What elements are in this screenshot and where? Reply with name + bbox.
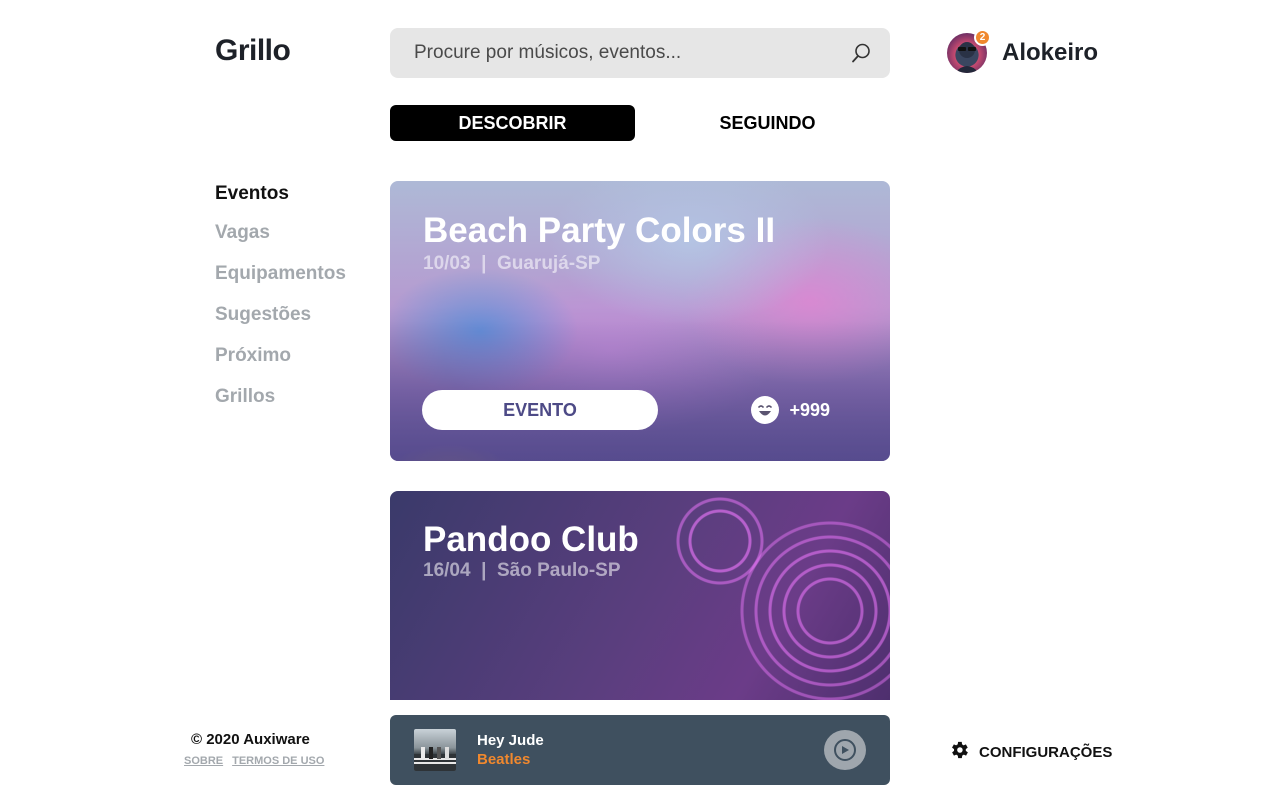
footer-link-sobre[interactable]: SOBRE — [184, 755, 223, 767]
search-bar[interactable] — [390, 28, 890, 78]
settings-button[interactable]: CONFIGURAÇÕES — [948, 739, 1112, 766]
music-player: Hey Jude Beatles — [390, 715, 890, 785]
footer-link-termos[interactable]: TERMOS DE USO — [232, 755, 324, 767]
sidebar-item-vagas[interactable]: Vagas — [215, 221, 346, 262]
play-button[interactable] — [824, 730, 866, 770]
avatar[interactable]: 2 — [947, 29, 991, 73]
username[interactable]: Alokeiro — [1002, 39, 1098, 67]
event-card-content: Pandoo Club 16/04 | São Paulo-SP — [423, 520, 857, 582]
play-icon — [834, 739, 856, 761]
sidebar-item-equipamentos[interactable]: Equipamentos — [215, 262, 346, 303]
sidebar-item-proximo[interactable]: Próximo — [215, 344, 346, 385]
feed-tabs: DESCOBRIR SEGUINDO — [390, 105, 890, 141]
notification-badge[interactable]: 2 — [974, 29, 991, 46]
app-logo[interactable]: Grillo — [215, 34, 291, 68]
reaction-count: +999 — [789, 399, 830, 420]
track-artist[interactable]: Beatles — [477, 751, 824, 768]
event-date-location: 16/04 | São Paulo-SP — [423, 560, 621, 581]
event-card[interactable]: Beach Party Colors II 10/03 | Guarujá-SP… — [390, 181, 890, 461]
tab-seguindo[interactable]: SEGUINDO — [645, 105, 890, 141]
event-date-location: 10/03 | Guarujá-SP — [423, 253, 601, 274]
search-input[interactable] — [414, 42, 850, 64]
copyright: © 2020 Auxiware — [191, 731, 310, 748]
event-title: Beach Party Colors II — [423, 211, 776, 250]
tab-descobrir[interactable]: DESCOBRIR — [390, 105, 635, 141]
track-info: Hey Jude Beatles — [477, 732, 824, 768]
event-card[interactable]: Pandoo Club 16/04 | São Paulo-SP — [390, 491, 890, 700]
album-cover[interactable] — [414, 729, 456, 771]
sidebar-item-eventos[interactable]: Eventos — [215, 182, 346, 221]
event-card-content: Beach Party Colors II 10/03 | Guarujá-SP — [423, 211, 857, 275]
track-title: Hey Jude — [477, 732, 544, 749]
sidebar-item-sugestoes[interactable]: Sugestões — [215, 303, 346, 344]
footer-links: SOBRE TERMOS DE USO — [184, 755, 324, 767]
user-profile[interactable]: 2 Alokeiro — [947, 29, 1098, 73]
laughing-emoji-icon[interactable] — [751, 396, 780, 424]
event-card-footer: EVENTO +999 — [422, 390, 830, 430]
reaction-counter[interactable]: +999 — [751, 396, 830, 424]
gear-icon[interactable] — [948, 739, 970, 766]
sidebar-item-grillos[interactable]: Grillos — [215, 385, 346, 426]
search-icon[interactable] — [850, 42, 872, 64]
event-title: Pandoo Club — [423, 520, 639, 559]
sidebar-nav: Eventos Vagas Equipamentos Sugestões Pró… — [215, 182, 346, 426]
settings-label: CONFIGURAÇÕES — [979, 744, 1113, 761]
event-category-button[interactable]: EVENTO — [422, 390, 658, 430]
